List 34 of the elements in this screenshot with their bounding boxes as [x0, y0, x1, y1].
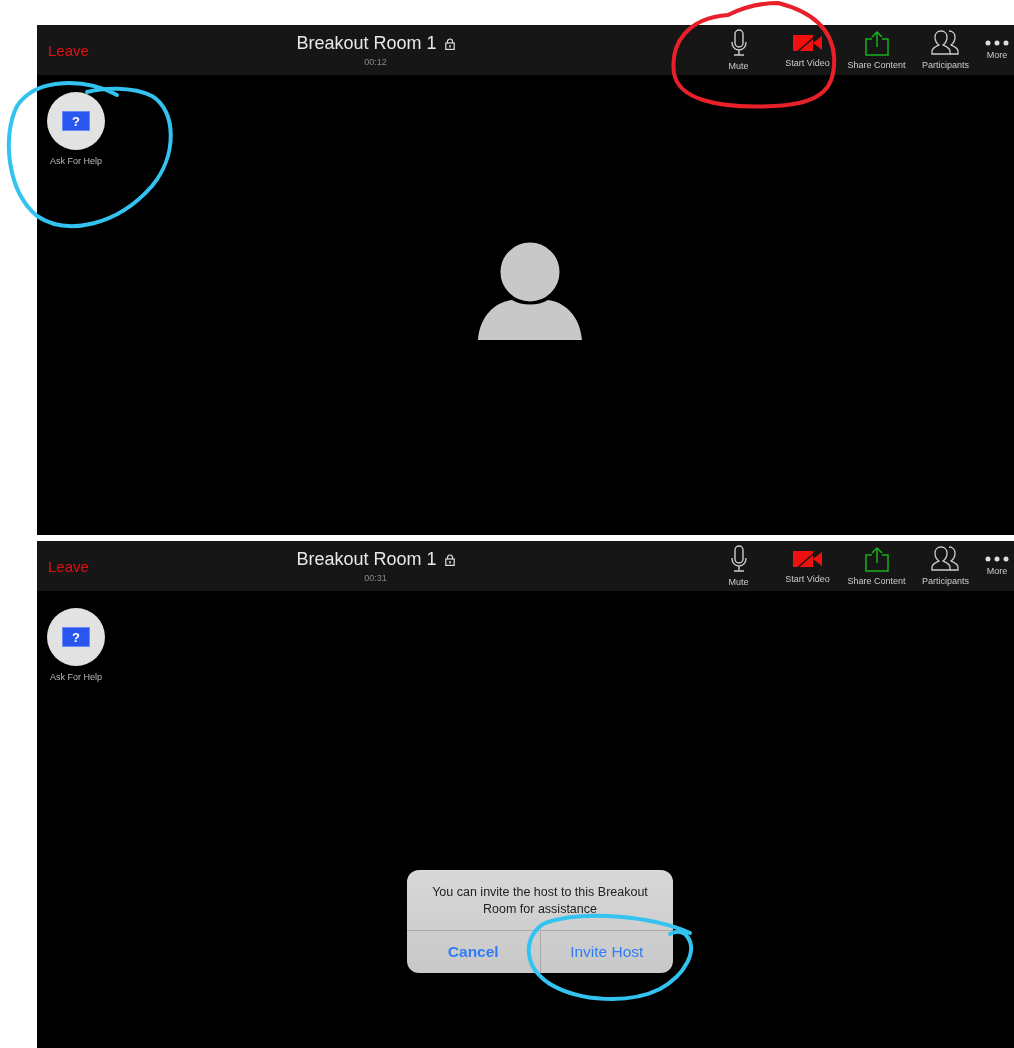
help-screen-icon: ?	[62, 627, 90, 647]
video-button[interactable]: Start Video	[773, 25, 842, 75]
participants-icon	[929, 30, 962, 56]
help-label: Ask For Help	[50, 672, 102, 682]
leave-button[interactable]: Leave	[37, 25, 177, 75]
ask-for-help-button[interactable]: ?	[47, 608, 105, 666]
meeting-timer: 00:12	[364, 57, 387, 67]
meeting-timer: 00:31	[364, 573, 387, 583]
share-button[interactable]: Share Content	[842, 541, 911, 591]
share-upload-icon	[863, 30, 890, 56]
leave-button[interactable]: Leave	[37, 541, 177, 591]
video-off-icon	[792, 548, 823, 570]
more-button[interactable]: More	[980, 25, 1014, 75]
help-label: Ask For Help	[50, 156, 102, 166]
participants-button[interactable]: Participants	[911, 25, 980, 75]
dialog-message: You can invite the host to this Breakout Room for assistance	[431, 884, 649, 919]
microphone-icon	[730, 545, 747, 573]
share-button[interactable]: Share Content	[842, 25, 911, 75]
share-upload-icon	[863, 546, 890, 572]
participants-button[interactable]: Participants	[911, 541, 980, 591]
video-off-icon	[792, 32, 823, 54]
more-button[interactable]: More	[980, 541, 1014, 591]
meeting-title: Breakout Room 1	[296, 549, 437, 570]
video-button[interactable]: Start Video	[773, 541, 842, 591]
avatar-silhouette-icon	[476, 239, 584, 342]
help-screen-icon: ?	[62, 111, 90, 131]
more-dots-icon	[985, 556, 1009, 562]
participants-icon	[929, 546, 962, 572]
ask-for-help-button[interactable]: ?	[47, 92, 105, 150]
mic-button[interactable]: Mute	[704, 25, 773, 75]
meeting-title: Breakout Room 1	[296, 33, 437, 54]
more-dots-icon	[985, 40, 1009, 46]
microphone-icon	[730, 29, 747, 57]
mic-button[interactable]: Mute	[704, 541, 773, 591]
